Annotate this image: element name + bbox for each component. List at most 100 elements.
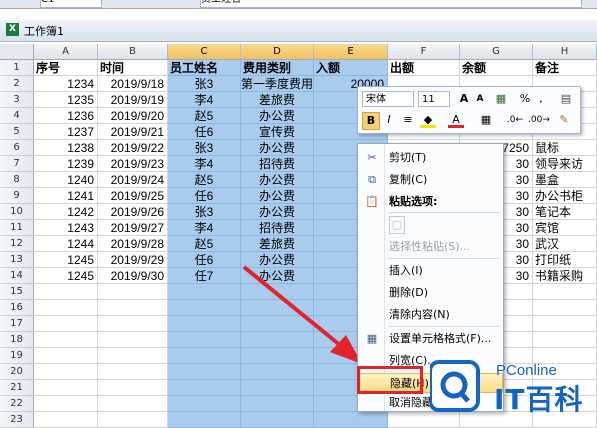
- font-color-icon[interactable]: A: [448, 112, 464, 128]
- cell-C17[interactable]: [168, 316, 241, 332]
- row-header[interactable]: 9: [0, 188, 34, 204]
- context-menu-item[interactable]: 📋 粘贴选项:: [358, 192, 503, 212]
- cell-D18[interactable]: [241, 332, 314, 348]
- cell-A5[interactable]: 1237: [34, 124, 98, 140]
- cell-D22[interactable]: [241, 396, 314, 412]
- cell-H8[interactable]: 墨盒: [533, 172, 597, 188]
- cell-B14[interactable]: 2019/9/30: [98, 268, 168, 284]
- formula-input[interactable]: 员工姓名: [200, 0, 582, 8]
- cell-H12[interactable]: 武汉: [533, 236, 597, 252]
- currency-format-icon[interactable]: ▦: [492, 91, 510, 107]
- cell-D17[interactable]: [241, 316, 314, 332]
- cell-H10[interactable]: 笔记本: [533, 204, 597, 220]
- font-name-select[interactable]: 宋体: [362, 91, 414, 107]
- cell-C1[interactable]: 员工姓名: [168, 60, 241, 76]
- cell-B11[interactable]: 2019/9/27: [98, 220, 168, 236]
- cell-A13[interactable]: 1245: [34, 252, 98, 268]
- decrease-decimal-icon[interactable]: .00→: [528, 112, 550, 128]
- cell-H18[interactable]: [533, 332, 597, 348]
- cell-A17[interactable]: [34, 316, 98, 332]
- column-header-F[interactable]: F: [388, 44, 460, 60]
- row-header[interactable]: 21: [0, 380, 34, 396]
- column-header-E[interactable]: E: [314, 44, 388, 60]
- name-box[interactable]: C1: [40, 0, 102, 8]
- shrink-font-icon[interactable]: A: [473, 91, 487, 107]
- cell-C10[interactable]: 张3: [168, 204, 241, 220]
- select-all-corner[interactable]: [0, 44, 34, 60]
- row-header[interactable]: 12: [0, 236, 34, 252]
- cell-B6[interactable]: 2019/9/22: [98, 140, 168, 156]
- cell-B21[interactable]: [98, 380, 168, 396]
- cell-H7[interactable]: 领导来访: [533, 156, 597, 172]
- context-menu-item[interactable]: ✂ 剪切(T): [358, 148, 503, 168]
- cell-B17[interactable]: [98, 316, 168, 332]
- cell-A6[interactable]: 1238: [34, 140, 98, 156]
- cell-B4[interactable]: 2019/9/20: [98, 108, 168, 124]
- cell-A14[interactable]: 1245: [34, 268, 98, 284]
- column-header-A[interactable]: A: [34, 44, 98, 60]
- cell-B9[interactable]: 2019/9/25: [98, 188, 168, 204]
- cell-D19[interactable]: [241, 348, 314, 364]
- cell-C20[interactable]: [168, 364, 241, 380]
- cell-H1[interactable]: 备注: [533, 60, 597, 76]
- cell-G1[interactable]: 余额: [460, 60, 533, 76]
- row-header[interactable]: 8: [0, 172, 34, 188]
- context-menu-item[interactable]: 插入(I): [358, 261, 503, 281]
- cell-H17[interactable]: [533, 316, 597, 332]
- cell-A11[interactable]: 1243: [34, 220, 98, 236]
- cell-A3[interactable]: 1235: [34, 92, 98, 108]
- italic-button[interactable]: I: [382, 112, 396, 128]
- cell-A20[interactable]: [34, 364, 98, 380]
- column-header-B[interactable]: B: [98, 44, 168, 60]
- cell-B22[interactable]: [98, 396, 168, 412]
- cell-B20[interactable]: [98, 364, 168, 380]
- cell-A16[interactable]: [34, 300, 98, 316]
- cell-A9[interactable]: 1241: [34, 188, 98, 204]
- cell-D13[interactable]: 办公费: [241, 252, 314, 268]
- row-header[interactable]: 3: [0, 92, 34, 108]
- cell-H9[interactable]: 办公书柜: [533, 188, 597, 204]
- cell-A22[interactable]: [34, 396, 98, 412]
- cell-D10[interactable]: 办公费: [241, 204, 314, 220]
- column-header-D[interactable]: D: [241, 44, 314, 60]
- row-header[interactable]: 20: [0, 364, 34, 380]
- cell-C5[interactable]: 任6: [168, 124, 241, 140]
- cell-B19[interactable]: [98, 348, 168, 364]
- row-header[interactable]: 15: [0, 284, 34, 300]
- cell-A7[interactable]: 1239: [34, 156, 98, 172]
- cell-B3[interactable]: 2019/9/19: [98, 92, 168, 108]
- column-header-H[interactable]: H: [533, 44, 597, 60]
- fill-color-icon[interactable]: ◆: [420, 112, 436, 128]
- cell-H16[interactable]: [533, 300, 597, 316]
- cell-A12[interactable]: 1244: [34, 236, 98, 252]
- column-header-G[interactable]: G: [460, 44, 533, 60]
- align-center-icon[interactable]: ≡: [400, 112, 416, 128]
- cell-C16[interactable]: [168, 300, 241, 316]
- row-header[interactable]: 11: [0, 220, 34, 236]
- cell-D23[interactable]: [241, 412, 314, 428]
- cell-D15[interactable]: [241, 284, 314, 300]
- cell-A19[interactable]: [34, 348, 98, 364]
- cell-A8[interactable]: 1240: [34, 172, 98, 188]
- cell-B5[interactable]: 2019/9/21: [98, 124, 168, 140]
- cell-E23[interactable]: [314, 412, 388, 428]
- row-header[interactable]: 6: [0, 140, 34, 156]
- cell-B1[interactable]: 时间: [98, 60, 168, 76]
- row-header[interactable]: 13: [0, 252, 34, 268]
- cell-A4[interactable]: 1236: [34, 108, 98, 124]
- cell-B10[interactable]: 2019/9/26: [98, 204, 168, 220]
- cell-A2[interactable]: 1234: [34, 76, 98, 92]
- cell-C8[interactable]: 赵5: [168, 172, 241, 188]
- cell-H11[interactable]: 宾馆: [533, 220, 597, 236]
- cell-B16[interactable]: [98, 300, 168, 316]
- row-header[interactable]: 2: [0, 76, 34, 92]
- format-painter-icon[interactable]: ✎: [556, 112, 572, 128]
- cell-C13[interactable]: 任6: [168, 252, 241, 268]
- cell-D6[interactable]: 办公费: [241, 140, 314, 156]
- cell-B23[interactable]: [98, 412, 168, 428]
- bold-button[interactable]: B: [362, 112, 380, 130]
- context-menu-item[interactable]: 删除(D): [358, 283, 503, 303]
- cell-A18[interactable]: [34, 332, 98, 348]
- cell-C21[interactable]: [168, 380, 241, 396]
- row-header[interactable]: 14: [0, 268, 34, 284]
